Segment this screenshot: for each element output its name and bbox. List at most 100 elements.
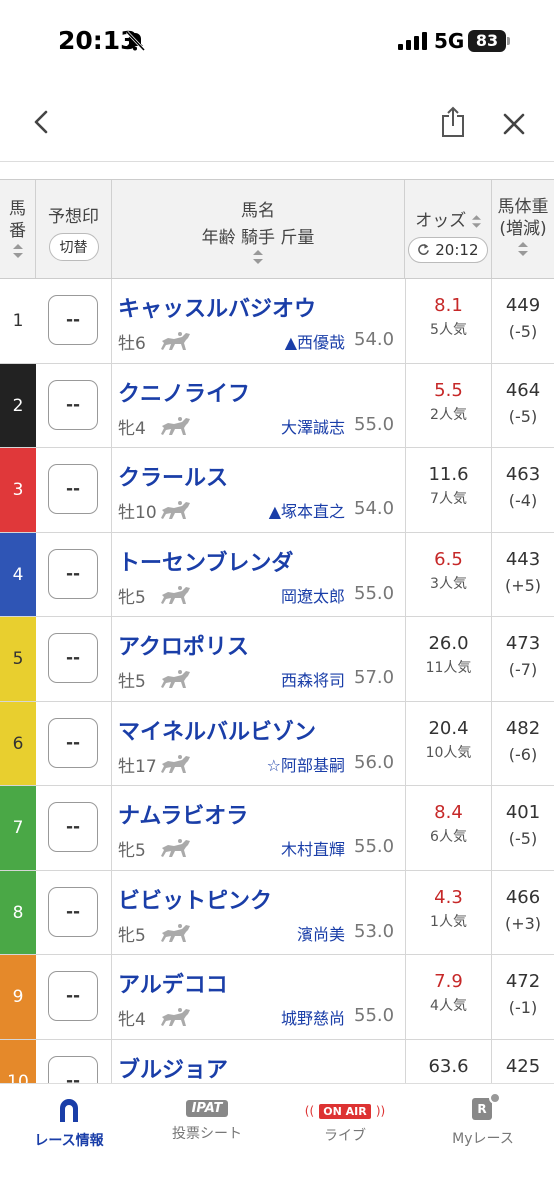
tab-ipat[interactable]: IPAT 投票シート (138, 1096, 276, 1143)
horse-name[interactable]: クニノライフ (118, 376, 250, 408)
mark-switch-button[interactable]: 切替 (48, 233, 99, 261)
body-weight: 482 (505, 717, 541, 739)
column-horse-number[interactable]: 馬 番 (0, 180, 36, 278)
jockey-name[interactable]: 濱尚美 (297, 921, 345, 945)
mark-cell: -- (36, 279, 112, 363)
column-age-jockey-weight-label: 年齢 騎手 斤量 (201, 228, 315, 248)
body-weight-diff: (+5) (504, 575, 542, 595)
carried-weight: 54.0 (354, 329, 395, 350)
share-icon[interactable] (438, 106, 468, 138)
jockey-name[interactable]: 大澤誠志 (281, 414, 345, 438)
horse-name[interactable]: キャッスルバジオウ (118, 291, 316, 323)
table-row[interactable]: 10 -- ブルジョア 63.6 425 (0, 1039, 554, 1084)
horse-silhouette-icon (160, 667, 194, 689)
prediction-mark-button[interactable]: -- (48, 295, 98, 345)
horse-silhouette-icon (160, 752, 194, 774)
table-row[interactable]: 3 -- クラールス 牡10 ▲塚本直之 54.0 11.6 7人気 463 (-4) (0, 448, 554, 533)
horse-name[interactable]: アクロポリス (118, 629, 249, 661)
jockey-name[interactable]: ▲塚本直之 (269, 498, 345, 522)
odds-value: 8.4 (434, 802, 463, 823)
column-body-weight[interactable]: 馬体重 (増減) (492, 180, 554, 278)
prediction-mark-button[interactable]: -- (48, 717, 98, 768)
jockey-name[interactable]: 西森将司 (281, 667, 345, 691)
table-header: 馬 番 予想印 切替 馬名 年齢 騎手 斤量 オッズ 20:12 馬体重 (増減… (0, 179, 554, 279)
sex-age: 牝4 (118, 418, 146, 439)
horse-name[interactable]: マイネルバルビゾン (118, 714, 316, 746)
table-row[interactable]: 8 -- ビビットピンク 牝5 濱尚美 53.0 4.3 1人気 466 (+3) (0, 870, 554, 955)
prediction-mark-button[interactable]: -- (48, 1055, 98, 1083)
prediction-mark-button[interactable]: -- (48, 802, 98, 852)
column-horse-number-label-2: 番 (9, 221, 26, 241)
tab-ipat-label: 投票シート (172, 1126, 242, 1142)
odds-refresh-button[interactable]: 20:12 (408, 237, 488, 263)
jockey-name[interactable]: ☆阿部基嗣 (267, 752, 345, 776)
popularity: 4人気 (430, 998, 467, 1014)
signal-icon (398, 32, 427, 50)
table-row[interactable]: 7 -- ナムラビオラ 牝5 木村直輝 55.0 8.4 6人気 401 (-5) (0, 786, 554, 871)
horse-name[interactable]: クラールス (118, 460, 228, 492)
jockey-name[interactable]: 木村直輝 (281, 836, 345, 860)
table-row[interactable]: 6 -- マイネルバルビゾン 牡17 ☆阿部基嗣 56.0 20.4 10人気 482 (-6) (0, 701, 554, 786)
nav-bar (0, 84, 554, 162)
prediction-mark-button[interactable]: -- (48, 971, 98, 1021)
horse-name[interactable]: ブルジョア (118, 1052, 228, 1084)
close-icon[interactable] (500, 110, 528, 138)
body-weight: 425 (505, 1055, 541, 1077)
tab-my-race[interactable]: R Myレース (414, 1092, 552, 1148)
battery-icon: 83 (468, 30, 506, 52)
prediction-mark-button[interactable]: -- (48, 633, 98, 683)
body-weight-cell: 482 (-6) (492, 702, 554, 786)
horse-name[interactable]: アルデココ (118, 967, 228, 999)
popularity: 3人気 (430, 575, 467, 592)
mark-cell: -- (36, 448, 112, 532)
tab-race-info-label: レース情報 (34, 1133, 104, 1149)
column-odds[interactable]: オッズ 20:12 (405, 180, 492, 278)
odds-value: 6.5 (434, 548, 463, 570)
horse-number: 5 (0, 617, 36, 701)
my-race-icon: R (472, 1092, 501, 1122)
horse-number: 6 (0, 701, 36, 785)
tab-race-info[interactable]: レース情報 (0, 1096, 138, 1150)
refresh-icon (418, 243, 430, 255)
prediction-mark-button[interactable]: -- (48, 886, 98, 937)
odds-value: 26.0 (428, 633, 469, 654)
sex-age: 牝5 (118, 841, 146, 861)
body-weight-cell: 464 (-5) (492, 364, 554, 448)
odds-cell: 8.1 5人気 (405, 279, 492, 363)
horse-number: 1 (0, 279, 36, 363)
sort-icon (253, 250, 263, 264)
back-chevron-icon[interactable] (28, 108, 56, 136)
sex-age: 牡5 (118, 672, 146, 692)
popularity: 2人気 (430, 406, 467, 423)
network-type: 5G (434, 29, 465, 53)
table-row[interactable]: 9 -- アルデココ 牝4 城野慈尚 55.0 7.9 4人気 472 (-1) (0, 955, 554, 1040)
horse-name[interactable]: ビビットピンク (118, 883, 272, 915)
prediction-mark-button[interactable]: -- (48, 379, 98, 430)
table-row[interactable]: 1 -- キャッスルバジオウ 牡6 ▲西優哉 54.0 8.1 5人気 449 (-5) (0, 279, 554, 364)
tab-live[interactable]: (( ON AIR )) ライブ (276, 1096, 414, 1145)
jockey-name[interactable]: ▲西優哉 (285, 329, 345, 353)
body-weight: 443 (505, 548, 541, 570)
table-row[interactable]: 5 -- アクロポリス 牡5 西森将司 57.0 26.0 11人気 473 (-7) (0, 617, 554, 702)
table-row[interactable]: 4 -- トーセンブレンダ 牝5 岡遼太郎 55.0 6.5 3人気 443 (+5) (0, 532, 554, 617)
popularity: 10人気 (425, 744, 472, 761)
mark-cell: -- (36, 955, 112, 1039)
body-weight-cell: 425 (492, 1040, 554, 1084)
jockey-name[interactable]: 城野慈尚 (281, 1005, 345, 1029)
mark-cell: -- (36, 617, 112, 701)
prediction-mark-button[interactable]: -- (48, 464, 98, 514)
horse-name[interactable]: トーセンブレンダ (118, 545, 293, 577)
carried-weight: 55.0 (354, 1005, 395, 1026)
jockey-name[interactable]: 岡遼太郎 (281, 583, 345, 607)
column-horse-name[interactable]: 馬名 年齢 騎手 斤量 (112, 180, 405, 278)
horse-name[interactable]: ナムラビオラ (118, 798, 248, 830)
table-row[interactable]: 2 -- クニノライフ 牝4 大澤誠志 55.0 5.5 2人気 464 (-5) (0, 363, 554, 448)
odds-cell: 6.5 3人気 (405, 532, 492, 616)
popularity: 1人気 (430, 913, 467, 930)
odds-value: 63.6 (428, 1055, 469, 1077)
sort-icon (471, 214, 481, 228)
odds-cell: 20.4 10人気 (405, 701, 492, 785)
prediction-mark-button[interactable]: -- (48, 548, 98, 599)
body-weight: 463 (505, 464, 541, 485)
horse-number: 2 (0, 363, 36, 447)
